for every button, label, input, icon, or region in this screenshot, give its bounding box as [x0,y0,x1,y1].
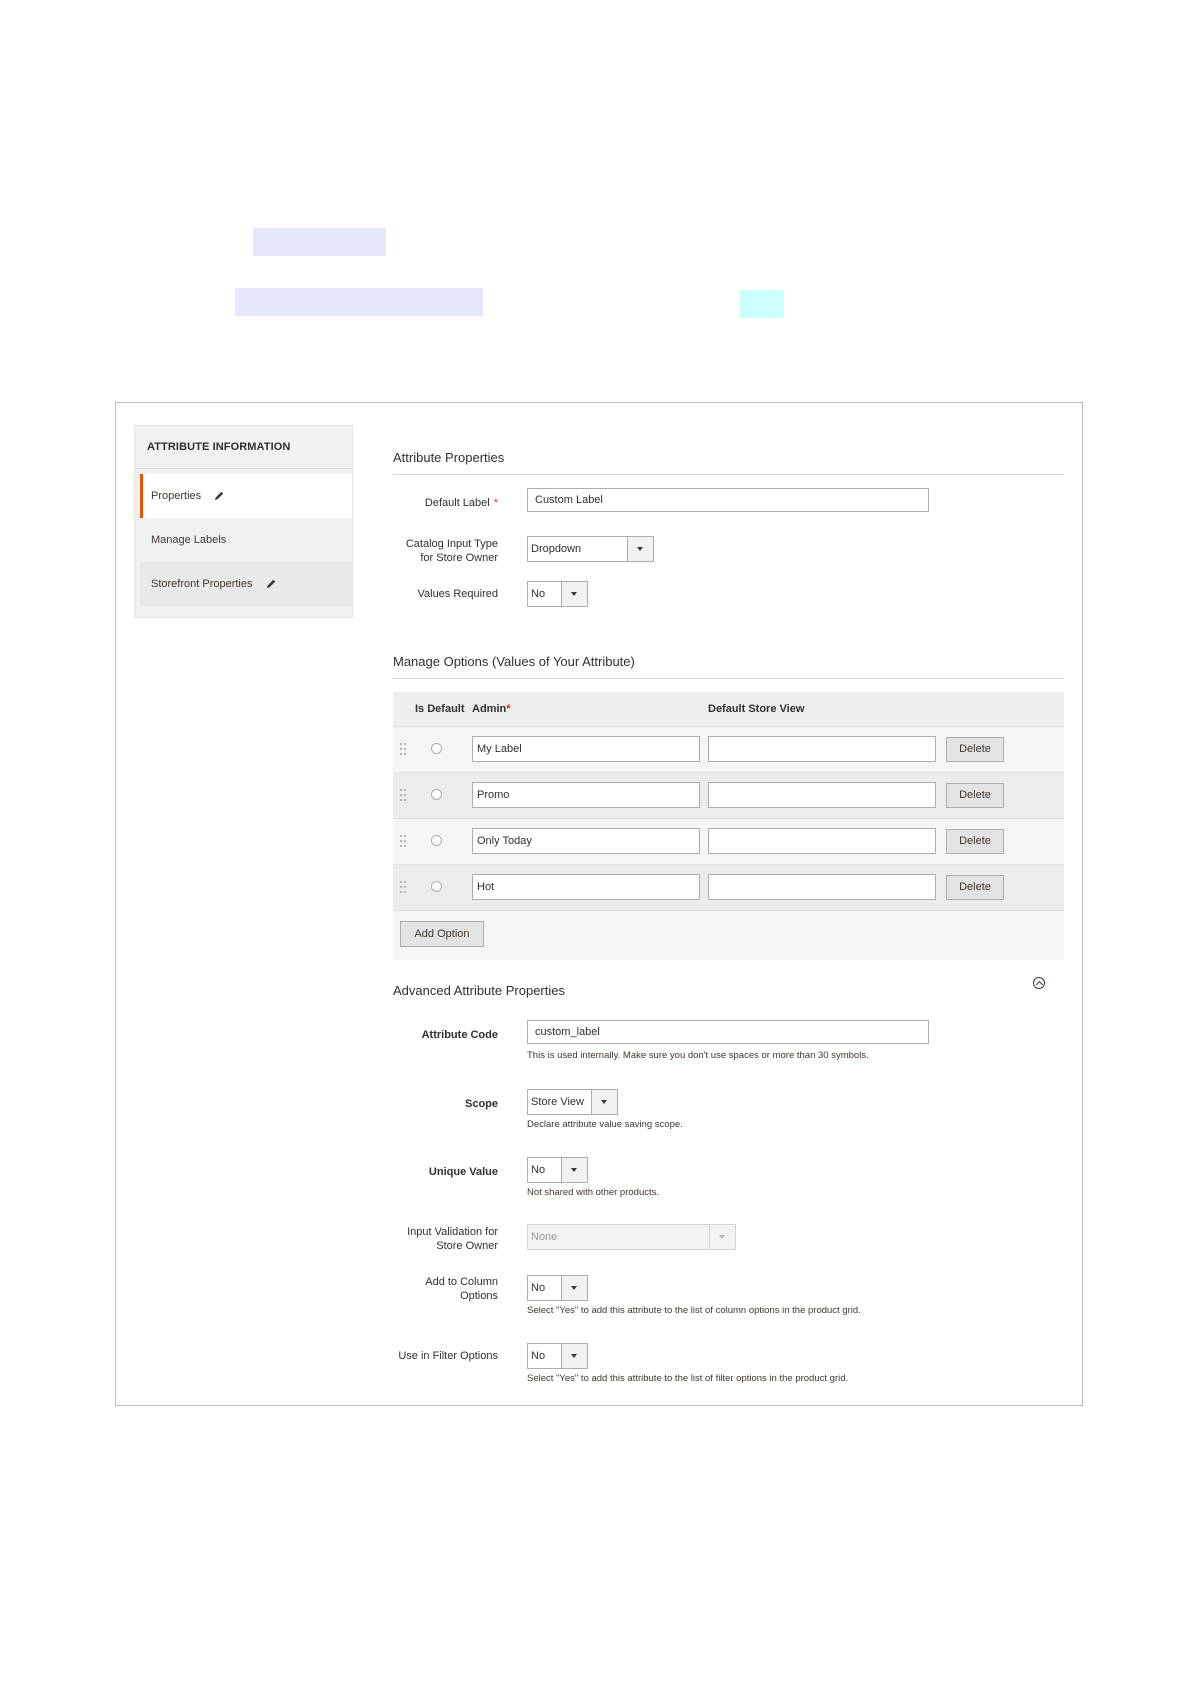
catalog-input-type-select[interactable]: Dropdown [527,536,654,562]
table-row: Hot Delete [393,864,1064,910]
unique-value-select[interactable]: No [527,1157,588,1183]
sidebar-item-storefront-properties[interactable]: Storefront Properties [140,562,352,606]
manage-options-title: Manage Options (Values of Your Attribute… [393,654,635,669]
attribute-properties-title: Attribute Properties [393,450,505,465]
admin-value-input[interactable]: Promo [472,782,700,808]
delete-option-button[interactable]: Delete [946,875,1004,900]
store-view-value-input[interactable] [708,736,936,762]
delete-option-button[interactable]: Delete [946,737,1004,762]
col-default-store-view: Default Store View [708,703,805,715]
unique-value-label: Unique Value [428,1166,498,1178]
default-label-input[interactable]: Custom Label [527,488,929,512]
scope-note: Declare attribute value saving scope. [527,1119,683,1130]
catalog-input-type-label: Catalog Input Type for Store Owner [405,538,498,564]
chevron-down-icon [627,537,653,561]
required-mark: * [493,497,498,509]
is-default-radio[interactable] [431,835,442,846]
is-default-radio[interactable] [431,789,442,800]
filter-options-select[interactable]: No [527,1343,588,1369]
input-validation-select[interactable]: None [527,1224,736,1250]
store-view-value-input[interactable] [708,782,936,808]
attribute-code-input[interactable]: custom_label [527,1020,929,1044]
admin-value-input[interactable]: My Label [472,736,700,762]
options-table: Is Default Admin* Default Store View My … [393,692,1064,960]
highlight-block-1 [253,228,386,256]
add-to-column-label: Add to Column Options [425,1276,498,1302]
sidebar-item-properties[interactable]: Properties [140,474,352,518]
section-divider [393,474,1064,475]
col-admin: Admin* [472,703,511,715]
store-view-value-input[interactable] [708,828,936,854]
values-required-select[interactable]: No [527,581,588,607]
values-required-label: Values Required [417,588,498,600]
chevron-down-icon [591,1090,617,1114]
highlight-block-3 [740,290,784,318]
is-default-radio[interactable] [431,743,442,754]
drag-handle-icon[interactable] [400,743,406,755]
options-table-header: Is Default Admin* Default Store View [393,692,1064,726]
input-validation-label: Input Validation for Store Owner [407,1226,498,1252]
collapse-icon[interactable] [1033,977,1045,989]
chevron-down-icon [561,1276,587,1300]
required-mark: * [506,703,511,715]
chevron-down-icon [561,1158,587,1182]
sidebar-item-label: Properties [151,490,202,502]
chevron-down-icon [709,1225,735,1249]
add-option-button[interactable]: Add Option [400,921,484,947]
add-option-row: Add Option [393,910,1064,960]
col-is-default: Is Default [415,703,465,715]
sidebar-item-manage-labels[interactable]: Manage Labels [140,518,352,562]
default-label-label: Default Label * [424,497,498,509]
pencil-icon [215,491,224,500]
add-to-column-note: Select "Yes" to add this attribute to th… [527,1305,861,1316]
highlight-block-2 [235,288,483,316]
chevron-down-icon [561,1344,587,1368]
advanced-properties-title: Advanced Attribute Properties [393,983,565,998]
drag-handle-icon[interactable] [400,881,406,893]
drag-handle-icon[interactable] [400,835,406,847]
table-row: Only Today Delete [393,818,1064,864]
attribute-info-sidebar: ATTRIBUTE INFORMATION Properties Manage … [134,425,353,618]
sidebar-item-label: Manage Labels [151,534,227,546]
scope-select[interactable]: Store View [527,1089,618,1115]
drag-handle-icon[interactable] [400,789,406,801]
table-row: My Label Delete [393,726,1064,772]
add-to-column-select[interactable]: No [527,1275,588,1301]
unique-value-note: Not shared with other products. [527,1187,660,1198]
sidebar-title: ATTRIBUTE INFORMATION [147,441,291,453]
admin-value-input[interactable]: Only Today [472,828,700,854]
filter-options-note: Select "Yes" to add this attribute to th… [527,1373,849,1384]
filter-options-label: Use in Filter Options [398,1350,498,1362]
scope-label: Scope [464,1098,498,1110]
store-view-value-input[interactable] [708,874,936,900]
section-divider [393,678,1064,679]
sidebar-divider [135,468,352,469]
attribute-code-label: Attribute Code [421,1029,498,1041]
sidebar-item-label: Storefront Properties [151,578,253,590]
attribute-code-note: This is used internally. Make sure you d… [527,1050,869,1061]
chevron-down-icon [561,582,587,606]
table-row: Promo Delete [393,772,1064,818]
admin-value-input[interactable]: Hot [472,874,700,900]
delete-option-button[interactable]: Delete [946,783,1004,808]
delete-option-button[interactable]: Delete [946,829,1004,854]
is-default-radio[interactable] [431,881,442,892]
pencil-icon [266,579,275,588]
attribute-edit-panel: ATTRIBUTE INFORMATION Properties Manage … [115,402,1083,1406]
